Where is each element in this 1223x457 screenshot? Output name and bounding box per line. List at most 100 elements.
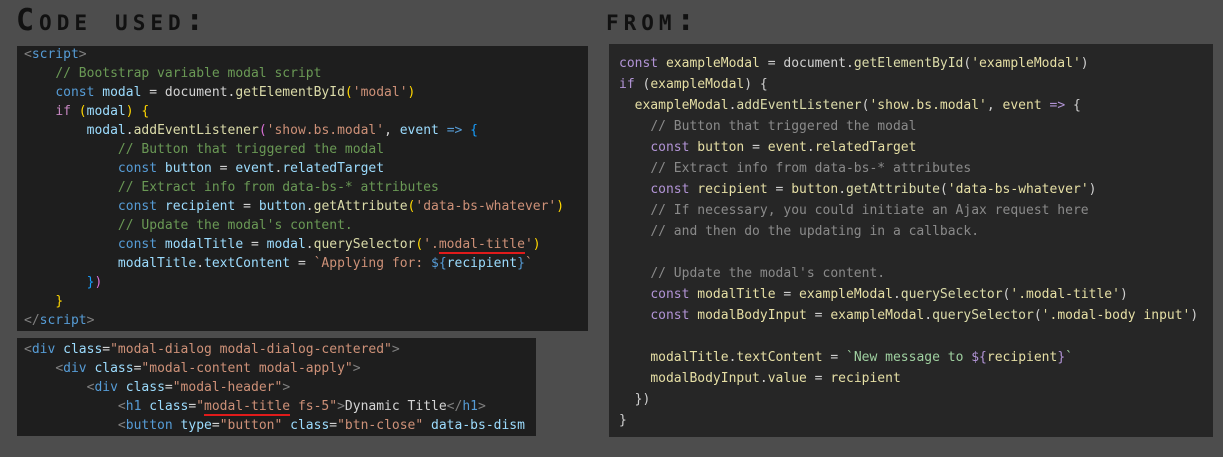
code-token: '. [423,237,439,252]
code-line: const recipient = button.getAttribute('d… [17,197,564,216]
code-token: class [125,380,165,395]
code-line: // If necessary, you could initiate an A… [609,200,1088,221]
code-token: if [619,77,635,92]
code-token: , [986,98,1003,113]
code-token: exampleModal [634,98,729,113]
code-token: ( [1033,308,1042,323]
code-token: = [102,342,111,357]
code-token: fs-5" [290,399,338,414]
code-token: ) [94,275,103,290]
code-token: // Button that triggered the modal [117,142,385,157]
code-token: modal [86,123,126,138]
code-token: 'data-bs-whatever' [947,182,1089,197]
code-token: = [744,140,768,155]
code-token: addEventListener [133,123,259,138]
code-token: class [290,418,330,433]
code-line: if (exampleModal) { [609,74,768,95]
code-token: => [1049,98,1066,113]
code-token: // and then do the updating in a callbac… [650,224,980,239]
code-token: . [196,256,205,271]
code-token: ( [634,77,651,92]
code-line: // Bootstrap variable modal script [17,64,321,83]
code-token: </ [446,399,463,414]
code-token: = [329,418,338,433]
code-token: > [352,361,361,376]
code-token: = document. [759,56,854,71]
code-line: }) [17,273,103,292]
code-token: getAttribute [313,199,408,214]
code-token: ` [1065,350,1073,365]
code-token: . [892,287,901,302]
code-line: const recipient = button.getAttribute('d… [609,179,1096,200]
code-token: type [180,418,212,433]
code-token: `New message to [846,350,972,365]
code-token: data-bs-dism [431,418,525,433]
code-token: // Update the modal's content. [117,218,353,233]
code-token: // Extract info from data-bs-* attribute… [117,180,439,195]
code-token: . [806,140,815,155]
code-line: <div class="modal-content modal-apply"> [17,359,361,378]
code-token: querySelector [900,287,1003,302]
code-token: modal [102,85,142,100]
code-token: ) [532,237,541,252]
code-token: button [697,140,745,155]
code-token: = [211,418,220,433]
code-token: const [117,161,158,176]
code-token: > [282,380,291,395]
code-token: ) [556,199,565,214]
code-token: { [1065,98,1081,113]
code-token: const [650,140,690,155]
code-token: , [384,123,400,138]
code-token: modalTitle [164,237,244,252]
heading-code-used: Code used: [16,3,209,38]
code-line: } [17,292,63,311]
code-token: > [477,399,486,414]
code-line: </script> [17,311,94,330]
code-token: ( [258,123,267,138]
code-token: recipient [697,182,768,197]
code-token: } [55,294,64,309]
code-token: 'show.bs.modal' [266,123,385,138]
code-token: 'show.bs.modal' [869,98,987,113]
code-line: // Button that triggered the modal [17,140,384,159]
code-token: if [55,104,71,119]
code-token: = [822,350,846,365]
code-line: const modal = document.getElementById('m… [17,83,415,102]
code-token: . [838,182,847,197]
code-token: modalTitle [117,256,197,271]
code-token: ) [1088,182,1097,197]
code-token: '.modal-title' [1010,287,1120,302]
code-token: event [399,123,439,138]
code-token: recipient [446,256,518,271]
code-token: modalTitle [650,350,729,365]
code-token: `Applying for: [313,256,432,271]
code-line: <script> [17,46,87,64]
code-token: event [235,161,275,176]
code-line: modalTitle.textContent = `Applying for: … [17,254,533,273]
code-token: ) [1190,308,1199,323]
code-line: const modalBodyInput = exampleModal.quer… [609,305,1198,326]
code-token: exampleModal [650,77,745,92]
code-token: button [125,418,173,433]
code-token: . [305,237,314,252]
code-token: div [94,380,118,395]
code-line: <div class="modal-dialog modal-dialog-ce… [17,340,400,359]
code-token: class [63,342,103,357]
code-panel-used-script: <script> // Bootstrap variable modal scr… [17,46,588,331]
code-token: "button" [219,418,283,433]
